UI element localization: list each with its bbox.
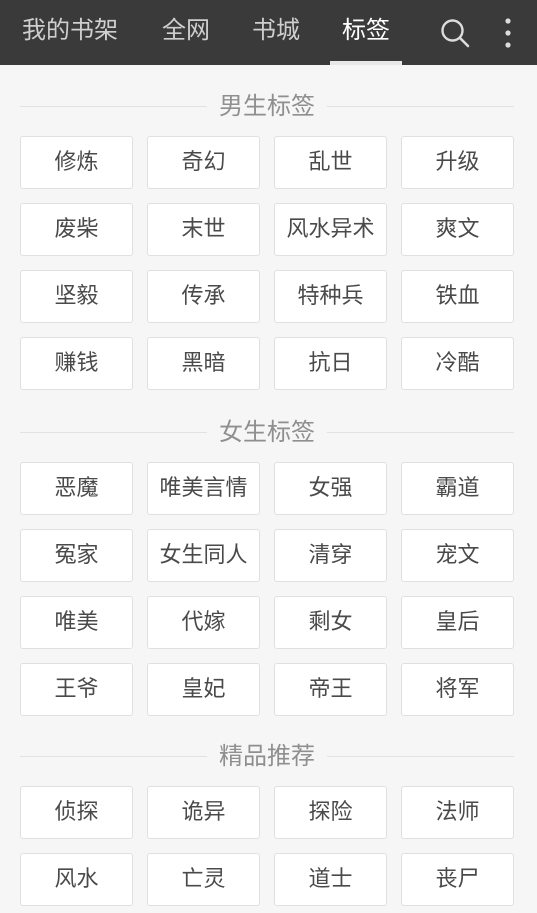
section-title-text: 男生标签 bbox=[207, 92, 327, 120]
tab-tags[interactable]: 标签 bbox=[338, 0, 394, 65]
tag-button[interactable]: 坚毅 bbox=[20, 270, 133, 323]
tag-button[interactable]: 将军 bbox=[401, 663, 514, 716]
tag-button[interactable]: 皇后 bbox=[401, 596, 514, 649]
tag-button[interactable]: 特种兵 bbox=[274, 270, 387, 323]
tag-button[interactable]: 抗日 bbox=[274, 337, 387, 390]
tag-button[interactable]: 王爷 bbox=[20, 663, 133, 716]
more-options-button[interactable] bbox=[486, 0, 530, 65]
tag-button[interactable]: 探险 bbox=[274, 786, 387, 839]
section-title-text: 女生标签 bbox=[207, 418, 327, 446]
section-title-female-tags: 女生标签 bbox=[20, 417, 514, 447]
tag-button[interactable]: 铁血 bbox=[401, 270, 514, 323]
tag-button[interactable]: 女强 bbox=[274, 462, 387, 515]
tab-whole-web[interactable]: 全网 bbox=[158, 0, 214, 65]
search-button[interactable] bbox=[433, 0, 477, 65]
tag-button[interactable]: 女生同人 bbox=[147, 529, 260, 582]
section-title-text: 精品推荐 bbox=[207, 742, 327, 770]
tag-button[interactable]: 道士 bbox=[274, 853, 387, 906]
tag-button[interactable]: 奇幻 bbox=[147, 136, 260, 189]
tag-button[interactable]: 剩女 bbox=[274, 596, 387, 649]
tag-button[interactable]: 恶魔 bbox=[20, 462, 133, 515]
tag-button[interactable]: 升级 bbox=[401, 136, 514, 189]
tag-button[interactable]: 清穿 bbox=[274, 529, 387, 582]
tag-button[interactable]: 宠文 bbox=[401, 529, 514, 582]
tag-button[interactable]: 冷酷 bbox=[401, 337, 514, 390]
tag-button[interactable]: 丧尸 bbox=[401, 853, 514, 906]
tag-button[interactable]: 侦探 bbox=[20, 786, 133, 839]
tag-button[interactable]: 风水 bbox=[20, 853, 133, 906]
tag-button[interactable]: 风水异术 bbox=[274, 203, 387, 256]
section-title-featured-tags: 精品推荐 bbox=[20, 741, 514, 771]
more-vertical-icon bbox=[505, 17, 511, 48]
tag-button[interactable]: 唯美言情 bbox=[147, 462, 260, 515]
tag-button[interactable]: 末世 bbox=[147, 203, 260, 256]
tag-button[interactable]: 霸道 bbox=[401, 462, 514, 515]
tag-button[interactable]: 爽文 bbox=[401, 203, 514, 256]
top-navigation-bar: 我的书架 全网 书城 标签 bbox=[0, 0, 537, 65]
tab-bookshelf[interactable]: 我的书架 bbox=[20, 0, 120, 65]
tag-button[interactable]: 亡灵 bbox=[147, 853, 260, 906]
tag-button[interactable]: 诡异 bbox=[147, 786, 260, 839]
tag-button[interactable]: 赚钱 bbox=[20, 337, 133, 390]
tag-button[interactable]: 帝王 bbox=[274, 663, 387, 716]
tag-content-area: 男生标签修炼 奇幻 乱世 升级废柴 末世 风水异术 爽文坚毅 传承 特种兵 铁血赚钱 黑暗 抗日 冷酷女… bbox=[0, 65, 537, 913]
tag-button[interactable]: 冤家 bbox=[20, 529, 133, 582]
tag-button[interactable]: 修炼 bbox=[20, 136, 133, 189]
tag-button[interactable]: 黑暗 bbox=[147, 337, 260, 390]
tag-button[interactable]: 法师 bbox=[401, 786, 514, 839]
section-title-male-tags: 男生标签 bbox=[20, 91, 514, 121]
tag-button[interactable]: 乱世 bbox=[274, 136, 387, 189]
search-icon bbox=[441, 18, 470, 47]
tag-button[interactable]: 废柴 bbox=[20, 203, 133, 256]
tag-button[interactable]: 传承 bbox=[147, 270, 260, 323]
tag-button[interactable]: 唯美 bbox=[20, 596, 133, 649]
tag-button[interactable]: 皇妃 bbox=[147, 663, 260, 716]
tab-bookstore[interactable]: 书城 bbox=[248, 0, 304, 65]
tag-button[interactable]: 代嫁 bbox=[147, 596, 260, 649]
